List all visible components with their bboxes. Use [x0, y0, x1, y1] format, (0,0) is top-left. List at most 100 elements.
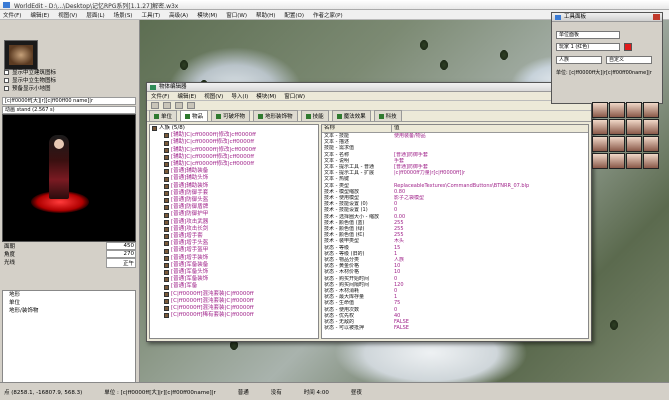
- menu-item[interactable]: 模块(M): [197, 11, 217, 19]
- unit-portrait[interactable]: [643, 119, 659, 135]
- tree-row[interactable]: [普通]辅助头饰: [150, 175, 318, 182]
- checkbox-show-neutral-units[interactable]: 显示中立生物图标: [4, 76, 56, 84]
- tree-row-label: [辅助]C|cff0000ff修改|cff0000ff: [171, 153, 255, 160]
- checkbox-preview-minimap[interactable]: 预备显示小地图: [4, 84, 51, 92]
- menu-item[interactable]: 高级(A): [169, 11, 188, 19]
- property-grid: 名称值 文本 - 技能 使用装备/物品 文本 - 描述 技能 - 需求值 文本 - 名称…: [321, 124, 589, 339]
- player-dropdown[interactable]: 玩家 1 (红色): [556, 43, 620, 51]
- menu-item[interactable]: 层面(L): [86, 11, 104, 19]
- tree-row-label: [C|ff0000ff]混沌套装|C|ff0000ff: [171, 297, 254, 304]
- unit-portrait[interactable]: [592, 102, 608, 118]
- panel-type-dropdown[interactable]: 单位面板: [556, 31, 620, 39]
- tab-5[interactable]: 魔法效果: [331, 110, 371, 121]
- property-value[interactable]: 使用装备/物品: [392, 133, 426, 139]
- tab-6[interactable]: 科技: [373, 110, 402, 121]
- oe-menu-item[interactable]: 模块(M): [256, 92, 276, 100]
- tree-row[interactable]: [辅助]C|cff0000ff|修改|cff0000ff: [150, 147, 318, 154]
- unit-name-field[interactable]: [c|ff0000ff[大]|r][c|ff00ff00 name]|r: [2, 97, 136, 105]
- menu-item[interactable]: 作者之家(P): [313, 11, 343, 19]
- tree-row[interactable]: [辅助]C|cff0000ff修改|cff0000ff: [150, 154, 318, 161]
- stat-value[interactable]: 270: [106, 250, 136, 258]
- unit-portrait[interactable]: [643, 102, 659, 118]
- tree-row[interactable]: [普通]防御护甲: [150, 211, 318, 218]
- item-icon: [164, 212, 169, 218]
- oe-menu-item[interactable]: 导入(I): [231, 92, 248, 100]
- tab-1[interactable]: 物品: [180, 110, 209, 121]
- checkbox-box[interactable]: [4, 77, 9, 83]
- oe-menu-item[interactable]: 文件(F): [151, 92, 169, 100]
- tree-item[interactable]: 地形: [3, 291, 135, 299]
- tool-panel: 工具面板 单位面板 玩家 1 (红色) 人族 自定义 单位: [c|ff0000…: [551, 12, 663, 104]
- close-icon[interactable]: [653, 14, 660, 20]
- oe-menu-item[interactable]: 编辑(E): [177, 92, 196, 100]
- oe-menu-item[interactable]: 视图(V): [204, 92, 223, 100]
- tree-row[interactable]: [普通]增手装饰: [150, 255, 318, 262]
- unit-portrait[interactable]: [592, 153, 608, 169]
- item-icon: [164, 248, 169, 254]
- menu-item[interactable]: 场景(S): [114, 11, 133, 19]
- tree-doodad: [440, 60, 448, 70]
- item-icon: [164, 291, 169, 297]
- tree-row[interactable]: [普通]攻击长剑: [150, 226, 318, 233]
- tree-row[interactable]: [普通]军备装备: [150, 262, 318, 269]
- menu-item[interactable]: 帮助(H): [256, 11, 275, 19]
- menu-item[interactable]: 编辑(E): [30, 11, 49, 19]
- property-value[interactable]: ReplaceableTextures\CommandButtons\BTNRR…: [392, 183, 529, 189]
- tree-row[interactable]: [普通]军备: [150, 283, 318, 290]
- unit-portrait[interactable]: [609, 102, 625, 118]
- tab-0[interactable]: 单位: [149, 110, 178, 121]
- stat-value[interactable]: 450: [106, 242, 136, 250]
- tree-row-label: [普通]攻击武器: [171, 218, 209, 225]
- unit-portrait[interactable]: [643, 136, 659, 152]
- checkbox-show-neutral-buildings[interactable]: 显示中立建筑图标: [4, 68, 56, 76]
- unit-portrait[interactable]: [626, 136, 642, 152]
- property-row[interactable]: 状态 - 可以被抵押 FALSE: [322, 325, 588, 331]
- checkbox-label: 显示中立生物图标: [12, 78, 57, 84]
- property-value[interactable]: FALSE: [392, 325, 409, 331]
- unit-portrait[interactable]: [592, 136, 608, 152]
- stat-value[interactable]: 正午: [106, 258, 136, 268]
- tree-row[interactable]: [C|ff0000ff]稀有套装|C|ff0000ff: [150, 312, 318, 319]
- oe-menu-item[interactable]: 窗口(W): [284, 92, 305, 100]
- tab-3[interactable]: 地形装饰物: [253, 110, 298, 121]
- tab-2[interactable]: 可破坏物: [211, 110, 251, 121]
- unit-portrait[interactable]: [626, 119, 642, 135]
- stat-angle: 角度 270: [4, 250, 136, 258]
- category-dropdown[interactable]: 自定义: [606, 56, 652, 64]
- menu-item[interactable]: 视图(V): [58, 11, 77, 19]
- unit-portrait[interactable]: [626, 153, 642, 169]
- menu-item[interactable]: 工具(T): [141, 11, 160, 19]
- delete-icon[interactable]: [187, 102, 195, 109]
- tree-row[interactable]: [普通]防御手套: [150, 190, 318, 197]
- property-value[interactable]: |c|ff0000ff力量|r[c|ff0000ff]|r: [392, 170, 465, 176]
- menu-item[interactable]: 配置(O): [284, 11, 304, 19]
- item-icon: [164, 255, 169, 261]
- checkbox-box[interactable]: [4, 85, 9, 91]
- tab-4[interactable]: 技能: [300, 110, 329, 121]
- tree-item[interactable]: 地形/装饰物: [3, 307, 135, 315]
- paste-icon[interactable]: [175, 102, 183, 109]
- tree-row[interactable]: [C|ff0000ff]混沌套装|C|ff0000ff: [150, 298, 318, 305]
- new-icon[interactable]: [151, 102, 159, 109]
- copy-icon[interactable]: [163, 102, 171, 109]
- menu-item[interactable]: 文件(F): [3, 11, 21, 19]
- checkbox-box[interactable]: [4, 69, 9, 75]
- unit-portrait[interactable]: [609, 153, 625, 169]
- tree-row[interactable]: [普通]攻击武器: [150, 219, 318, 226]
- unit-portrait[interactable]: [592, 119, 608, 135]
- tree-row[interactable]: [C|ff0000ff]混沌套装|C|ff0000ff: [150, 291, 318, 298]
- unit-portrait[interactable]: [609, 119, 625, 135]
- tree-row[interactable]: [辅助]C|cff0000ff修改|cff0000ff: [150, 139, 318, 146]
- tree-item[interactable]: 单位: [3, 299, 135, 307]
- unit-portrait[interactable]: [626, 102, 642, 118]
- minimap[interactable]: [4, 40, 38, 70]
- tab-label: 科技: [385, 114, 397, 120]
- unit-preview[interactable]: [2, 114, 136, 242]
- tree-row[interactable]: [普通]增手盔甲: [150, 247, 318, 254]
- unit-portrait[interactable]: [609, 136, 625, 152]
- race-dropdown[interactable]: 人族: [556, 56, 602, 64]
- menu-item[interactable]: 窗口(W): [226, 11, 247, 19]
- tree-row-label: [普通]辅助头饰: [171, 175, 209, 182]
- unit-portrait[interactable]: [643, 153, 659, 169]
- tree-row[interactable]: [普通]辅助装饰: [150, 183, 318, 190]
